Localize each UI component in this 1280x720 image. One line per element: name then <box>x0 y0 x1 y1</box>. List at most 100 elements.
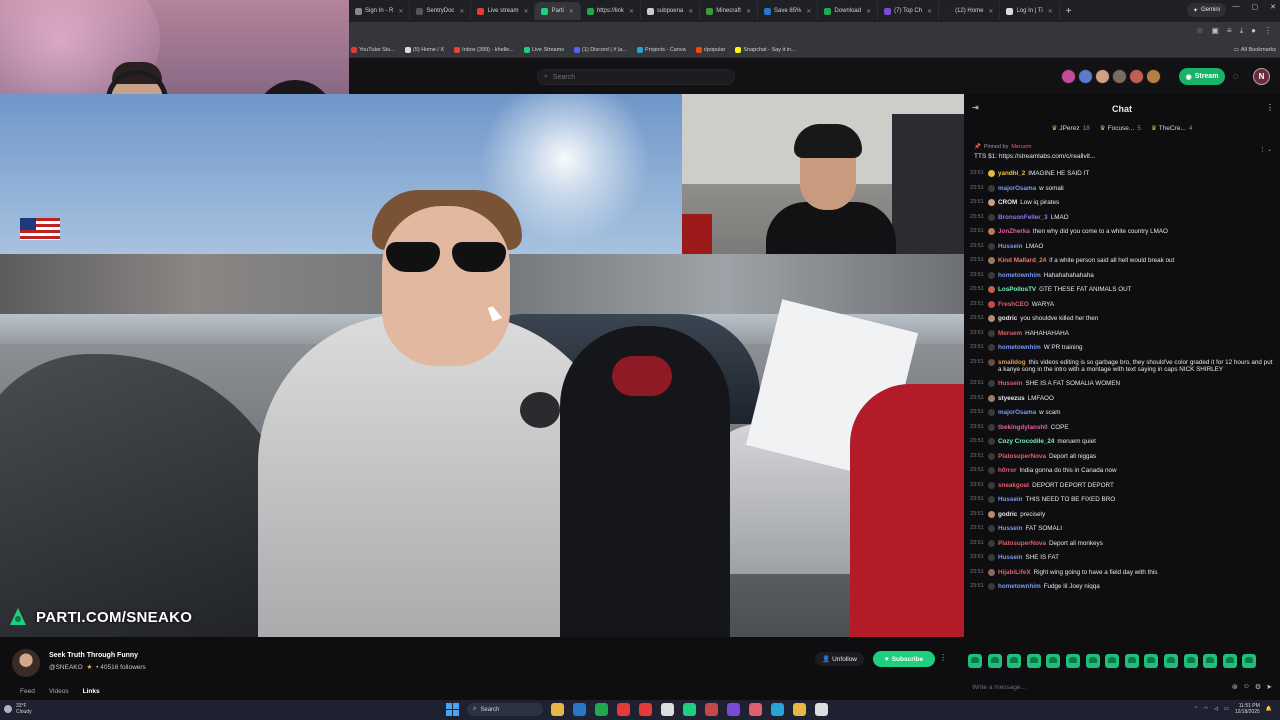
subscribe-button[interactable]: ♥ Subscribe <box>873 651 935 667</box>
emoji-icon[interactable]: ☺ <box>1243 683 1250 691</box>
emote-icon[interactable] <box>1065 654 1080 668</box>
message-username[interactable]: smalldog <box>998 359 1026 366</box>
message-username[interactable]: PlatosuperNova <box>998 453 1046 460</box>
profile-icon[interactable]: ● <box>1251 26 1256 36</box>
channel-tab[interactable]: Feed <box>20 688 35 695</box>
close-tab-icon[interactable]: ✕ <box>746 8 751 15</box>
close-tab-icon[interactable]: ✕ <box>806 8 811 15</box>
taskbar-app-icon[interactable] <box>595 703 608 716</box>
close-tab-icon[interactable]: ✕ <box>459 8 464 15</box>
clock[interactable]: 11:51 PM 12/18/2025 <box>1235 703 1260 715</box>
close-tab-icon[interactable]: ✕ <box>398 8 403 15</box>
user-avatar[interactable]: N <box>1253 68 1270 85</box>
browser-tab[interactable]: Parti ✕ <box>535 2 581 20</box>
message-username[interactable]: Cozy Crocodile_24 <box>998 438 1054 445</box>
message-username[interactable]: yandhi_2 <box>998 170 1025 177</box>
message-username[interactable]: hometownhim <box>998 583 1041 590</box>
close-tab-icon[interactable]: ✕ <box>523 8 528 15</box>
channel-tab[interactable]: Videos <box>49 688 69 695</box>
emote-icon[interactable] <box>987 654 1002 668</box>
chat-options-icon[interactable]: ⋮ <box>1266 103 1274 112</box>
emote-icon[interactable] <box>1007 654 1022 668</box>
message-username[interactable]: hometownhim <box>998 272 1041 279</box>
settings-icon[interactable]: ⚙ <box>1255 683 1261 691</box>
message-username[interactable]: godric <box>998 511 1017 518</box>
message-username[interactable]: BronsonFeller_3 <box>998 214 1048 221</box>
taskbar-app-icon[interactable] <box>705 703 718 716</box>
top-chatter[interactable]: ♛ Focuse... 5 <box>1100 124 1141 140</box>
message-username[interactable]: majorOsama <box>998 185 1036 192</box>
bookmark-item[interactable]: YouTube Stu... <box>351 46 395 53</box>
bookmark-item[interactable]: Live Streams <box>523 46 564 53</box>
close-tab-icon[interactable]: ✕ <box>1048 8 1053 15</box>
volume-icon[interactable]: ◁ <box>1214 706 1218 712</box>
stream-button[interactable]: ◉ Stream <box>1179 68 1225 85</box>
browser-tab[interactable]: Live stream ✕ <box>471 2 536 20</box>
menu-icon[interactable]: ⋮ <box>1264 26 1272 36</box>
message-username[interactable]: styeezus <box>998 395 1025 402</box>
live-user-avatar[interactable] <box>1146 69 1161 84</box>
channel-tab[interactable]: Links <box>83 688 100 695</box>
live-user-avatar[interactable] <box>1095 69 1110 84</box>
taskbar-app-icon[interactable] <box>661 703 674 716</box>
unfollow-button[interactable]: 👤 Unfollow <box>815 652 864 666</box>
taskbar-app-icon[interactable] <box>551 703 564 716</box>
message-username[interactable]: HijabiLifeX <box>998 569 1031 576</box>
message-username[interactable]: Hussein <box>998 380 1023 387</box>
emote-icon[interactable] <box>1242 654 1257 668</box>
channel-options-icon[interactable]: ⋮ <box>939 653 947 662</box>
close-tab-icon[interactable]: ✕ <box>688 8 693 15</box>
taskbar-app-icon[interactable] <box>683 703 696 716</box>
chevron-up-icon[interactable]: ⌃ <box>1194 706 1198 712</box>
message-username[interactable]: CROM <box>998 199 1017 206</box>
message-username[interactable]: PlatosuperNova <box>998 540 1046 547</box>
new-tab-button[interactable]: + <box>1060 6 1078 17</box>
browser-tab[interactable]: Minecraft ✕ <box>700 2 759 20</box>
notification-icon[interactable]: 🔔 <box>1266 706 1272 712</box>
message-username[interactable]: JonZherka <box>998 228 1030 235</box>
close-tab-icon[interactable]: ✕ <box>569 8 574 15</box>
message-username[interactable]: h0rror <box>998 467 1017 474</box>
taskbar-app-icon[interactable] <box>727 703 740 716</box>
message-username[interactable]: Meruem <box>998 330 1022 337</box>
live-user-avatar[interactable] <box>1112 69 1127 84</box>
emote-icon[interactable] <box>1163 654 1178 668</box>
live-user-avatar[interactable] <box>1078 69 1093 84</box>
search-input[interactable]: ⌕ Search <box>537 69 735 85</box>
close-tab-icon[interactable]: ✕ <box>866 8 871 15</box>
emote-icon[interactable] <box>1026 654 1041 668</box>
collapse-chat-icon[interactable]: ⇥ <box>972 103 979 112</box>
send-icon[interactable]: ➤ <box>1266 683 1272 691</box>
message-username[interactable]: sneakgoat <box>998 482 1029 489</box>
browser-tab[interactable]: Download ✕ <box>818 2 879 20</box>
messages-icon[interactable]: ◌ <box>1233 71 1238 81</box>
message-username[interactable]: Hussein <box>998 554 1023 561</box>
emote-icon[interactable] <box>1144 654 1159 668</box>
star-icon[interactable]: ☆ <box>1196 26 1203 36</box>
close-icon[interactable]: ✕ <box>1270 3 1276 11</box>
battery-icon[interactable]: ▭ <box>1224 706 1229 712</box>
taskbar-app-icon[interactable] <box>617 703 630 716</box>
extensions-icon[interactable]: ▣ <box>1211 26 1219 36</box>
bookmark-item[interactable]: r/popular <box>695 46 725 53</box>
message-username[interactable]: Hussein <box>998 243 1023 250</box>
weather-widget[interactable]: 33°F Cloudy <box>4 703 32 715</box>
bookmark-item[interactable]: (5) Home / X <box>404 46 444 53</box>
emote-icon[interactable] <box>1222 654 1237 668</box>
message-username[interactable]: Kind Mallard_24 <box>998 257 1046 264</box>
emote-icon[interactable] <box>1124 654 1139 668</box>
windows-start-icon[interactable] <box>446 703 459 716</box>
bookmark-item[interactable]: Snapchat - Say it in... <box>735 46 796 53</box>
emote-icon[interactable] <box>1105 654 1120 668</box>
bookmark-item[interactable]: (1) Discord | # |a... <box>573 46 627 53</box>
gemini-button[interactable]: ✦ Gemini <box>1186 3 1226 17</box>
emote-icon[interactable] <box>1046 654 1061 668</box>
browser-tab[interactable]: https://link ✕ <box>581 2 641 20</box>
browser-tab[interactable]: Sign In - R ✕ <box>349 2 411 20</box>
taskbar-app-icon[interactable] <box>771 703 784 716</box>
emote-icon[interactable] <box>1183 654 1198 668</box>
maximize-icon[interactable]: ▢ <box>1252 3 1259 11</box>
emote-icon[interactable] <box>968 654 982 668</box>
browser-tab[interactable]: Log In | Ti ✕ <box>1000 2 1060 20</box>
emote-icon[interactable] <box>1203 654 1218 668</box>
